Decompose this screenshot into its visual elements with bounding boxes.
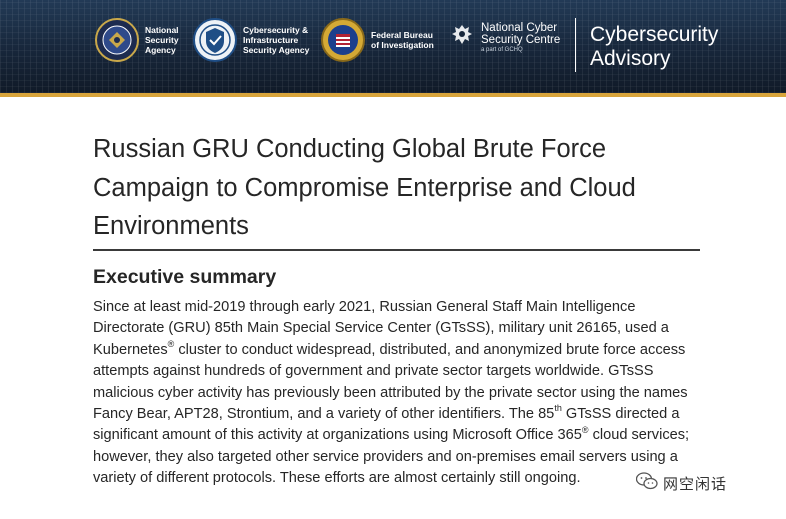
registered-mark: ® [167,338,175,349]
agency-nsa: National Security Agency [95,18,179,62]
agency-fbi: Federal Bureau of Investigation [321,18,434,62]
nsa-seal-icon [95,18,139,62]
royal-crest-icon [449,22,475,48]
fbi-seal-icon [321,18,365,62]
agency-name-nsa: National Security Agency [145,25,179,55]
agency-ncsc: National Cyber Security Centre a part of… [449,22,560,53]
document-type: Cybersecurity Advisory [590,23,719,70]
ncsc-name: National Cyber Security Centre [481,22,561,46]
ordinal-suffix: th [554,403,562,414]
watermark-text: 网空闲话 [663,476,728,493]
wechat-icon [635,472,658,495]
agency-name-cisa: Cybersecurity & Infrastructure Security … [243,25,310,55]
banner-accent-stripe [0,93,786,97]
agency-cisa: Cybersecurity & Infrastructure Security … [193,18,309,62]
header-divider [575,18,576,72]
ncsc-subtitle: a part of GCHQ [481,47,523,53]
agency-name-fbi: Federal Bureau of Investigation [371,30,434,50]
page-title: Russian GRU Conducting Global Brute Forc… [93,135,636,240]
title-rule [93,249,700,251]
watermark: 网空闲话 [632,470,734,497]
registered-mark: ® [581,424,589,435]
header-banner: National Security Agency Cybersecurity &… [0,0,786,93]
executive-summary-paragraph: Since at least mid-2019 through early 20… [93,297,699,490]
section-heading: Executive summary [93,266,277,288]
cisa-seal-icon [193,18,237,62]
